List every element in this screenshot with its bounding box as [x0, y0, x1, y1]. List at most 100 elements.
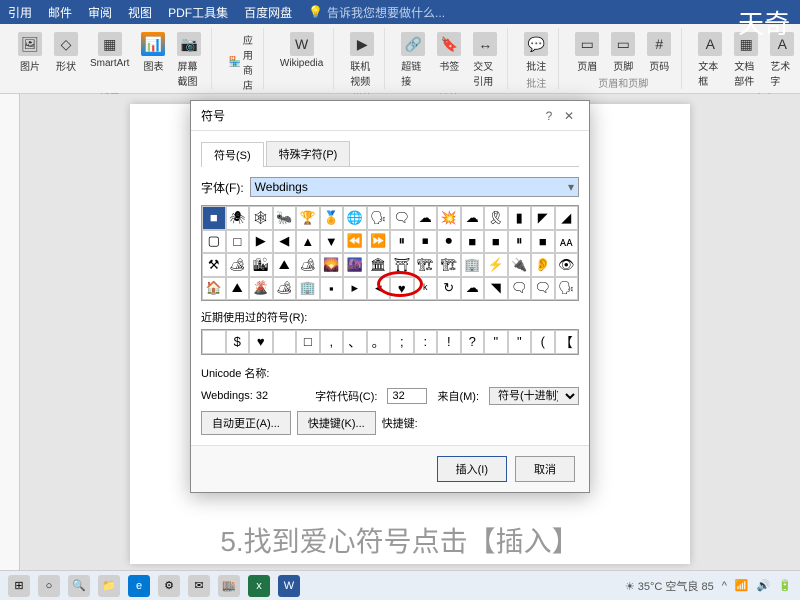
symbol-cell[interactable]: 🌐: [343, 206, 367, 230]
edge-icon[interactable]: e: [128, 575, 150, 597]
settings-icon[interactable]: ⚙: [158, 575, 180, 597]
symbol-cell[interactable]: 🏅: [320, 206, 344, 230]
tab-references[interactable]: 引用: [8, 4, 32, 21]
symbol-cell[interactable]: ▪: [320, 277, 344, 301]
volume-icon[interactable]: 🔊: [757, 579, 771, 592]
btn-store[interactable]: 🏪应用商店: [224, 30, 256, 94]
symbol-cell[interactable]: ▲: [296, 230, 320, 254]
symbol-cell[interactable]: 🏕: [296, 253, 320, 277]
symbol-cell[interactable]: 🏛: [367, 253, 391, 277]
symbol-cell[interactable]: 🏕: [273, 277, 297, 301]
btn-smartart[interactable]: ▦SmartArt: [86, 30, 133, 90]
wifi-icon[interactable]: 📶: [735, 579, 749, 592]
symbol-cell[interactable]: 🏠: [202, 277, 226, 301]
symbol-cell[interactable]: ↻: [437, 277, 461, 301]
symbol-cell[interactable]: ◀: [273, 230, 297, 254]
btn-header[interactable]: ▭页眉: [571, 30, 603, 75]
symbol-cell[interactable]: 🎗: [484, 206, 508, 230]
recent-symbol-cell[interactable]: $: [226, 330, 250, 354]
symbol-cell[interactable]: 🏢: [296, 277, 320, 301]
weather-widget[interactable]: ☀ 35°C 空气良 85: [625, 578, 714, 594]
btn-pagenum[interactable]: #页码: [643, 30, 675, 75]
symbol-cell[interactable]: 🕷: [226, 206, 250, 230]
tab-mail[interactable]: 邮件: [48, 4, 72, 21]
symbol-cell[interactable]: 🗣: [555, 277, 579, 301]
symbol-cell[interactable]: ⛩: [390, 253, 414, 277]
symbol-cell[interactable]: ᵏ: [414, 277, 438, 301]
symbol-cell[interactable]: ☁: [461, 277, 485, 301]
tab-review[interactable]: 审阅: [88, 4, 112, 21]
symbol-cell[interactable]: ◂: [367, 277, 391, 301]
btn-bookmark[interactable]: 🔖书签: [433, 30, 465, 90]
symbol-cell[interactable]: ⛰: [273, 253, 297, 277]
btn-crossref[interactable]: ↔交叉引用: [469, 30, 501, 90]
shortcut-button[interactable]: 快捷键(K)...: [297, 411, 376, 435]
symbol-cell[interactable]: ⚡: [484, 253, 508, 277]
symbol-cell[interactable]: ▼: [320, 230, 344, 254]
btn-screenshot[interactable]: 📷屏幕截图: [173, 30, 205, 90]
font-select[interactable]: Webdings▾: [250, 177, 579, 197]
symbol-cell[interactable]: 🏕: [226, 253, 250, 277]
symbol-cell[interactable]: 👂: [531, 253, 555, 277]
symbol-cell[interactable]: ⚒: [202, 253, 226, 277]
symbol-cell[interactable]: ■: [531, 230, 555, 254]
symbol-cell[interactable]: ◤: [531, 206, 555, 230]
tab-special[interactable]: 特殊字符(P): [266, 141, 351, 166]
store-icon[interactable]: 🏬: [218, 575, 240, 597]
dialog-titlebar[interactable]: 符号 ? ✕: [191, 101, 589, 131]
symbol-cell[interactable]: 🏗: [437, 253, 461, 277]
symbol-cell[interactable]: ⏩: [367, 230, 391, 254]
symbol-cell[interactable]: ⛰: [226, 277, 250, 301]
tab-baidu[interactable]: 百度网盘: [244, 4, 292, 21]
btn-video[interactable]: ▶联机视频: [346, 30, 378, 90]
recent-symbol-cell[interactable]: ♥: [249, 330, 273, 354]
cortana-icon[interactable]: ○: [38, 575, 60, 597]
recent-symbol-cell[interactable]: ,: [320, 330, 344, 354]
symbol-cell[interactable]: 🌆: [343, 253, 367, 277]
insert-button[interactable]: 插入(I): [437, 456, 507, 482]
symbol-cell[interactable]: 🔌: [508, 253, 532, 277]
word-icon[interactable]: W: [278, 575, 300, 597]
symbol-cell[interactable]: ᴀᴀ: [555, 230, 579, 254]
symbol-cell[interactable]: ▮: [508, 206, 532, 230]
tray-chevron[interactable]: ^: [722, 580, 727, 592]
recent-symbol-cell[interactable]: (: [531, 330, 555, 354]
recent-symbol-cell[interactable]: ": [484, 330, 508, 354]
symbol-cell[interactable]: □: [226, 230, 250, 254]
symbol-cell[interactable]: ■: [484, 230, 508, 254]
tab-pdf[interactable]: PDF工具集: [168, 4, 228, 21]
btn-textbox[interactable]: A文本框: [694, 30, 726, 90]
recent-symbol-cell[interactable]: ?: [461, 330, 485, 354]
autocorrect-button[interactable]: 自动更正(A)...: [201, 411, 291, 435]
recent-symbol-cell[interactable]: :: [414, 330, 438, 354]
symbol-cell[interactable]: ⏪: [343, 230, 367, 254]
symbol-cell[interactable]: ⏸: [390, 230, 414, 254]
recent-symbol-cell[interactable]: □: [296, 330, 320, 354]
recent-symbol-cell[interactable]: [273, 330, 297, 354]
symbol-cell[interactable]: 🌋: [249, 277, 273, 301]
recent-symbol-cell[interactable]: [202, 330, 226, 354]
symbol-cell[interactable]: ▶: [249, 230, 273, 254]
symbol-cell[interactable]: ♥: [390, 277, 414, 301]
symbol-cell[interactable]: 🗨: [390, 206, 414, 230]
symbol-cell[interactable]: ◥: [484, 277, 508, 301]
symbol-cell[interactable]: ⏸: [508, 230, 532, 254]
symbol-cell[interactable]: ■: [461, 230, 485, 254]
symbol-cell[interactable]: 👁: [555, 253, 579, 277]
btn-pictures[interactable]: 🖼图片: [14, 30, 46, 90]
symbol-cell[interactable]: ◢: [555, 206, 579, 230]
symbol-cell[interactable]: ☁: [461, 206, 485, 230]
from-select[interactable]: 符号(十进制): [489, 387, 579, 405]
recent-symbol-cell[interactable]: 【: [555, 330, 579, 354]
close-button[interactable]: ✕: [559, 109, 579, 123]
symbol-cell[interactable]: 🗨: [531, 277, 555, 301]
recent-symbol-cell[interactable]: ;: [390, 330, 414, 354]
tab-view[interactable]: 视图: [128, 4, 152, 21]
symbol-cell[interactable]: 🐜: [273, 206, 297, 230]
symbol-cell[interactable]: ⏹: [414, 230, 438, 254]
start-button[interactable]: ⊞: [8, 575, 30, 597]
excel-icon[interactable]: x: [248, 575, 270, 597]
symbol-cell[interactable]: 🌄: [320, 253, 344, 277]
symbol-cell[interactable]: ■: [202, 206, 226, 230]
symbol-cell[interactable]: 🕸: [249, 206, 273, 230]
